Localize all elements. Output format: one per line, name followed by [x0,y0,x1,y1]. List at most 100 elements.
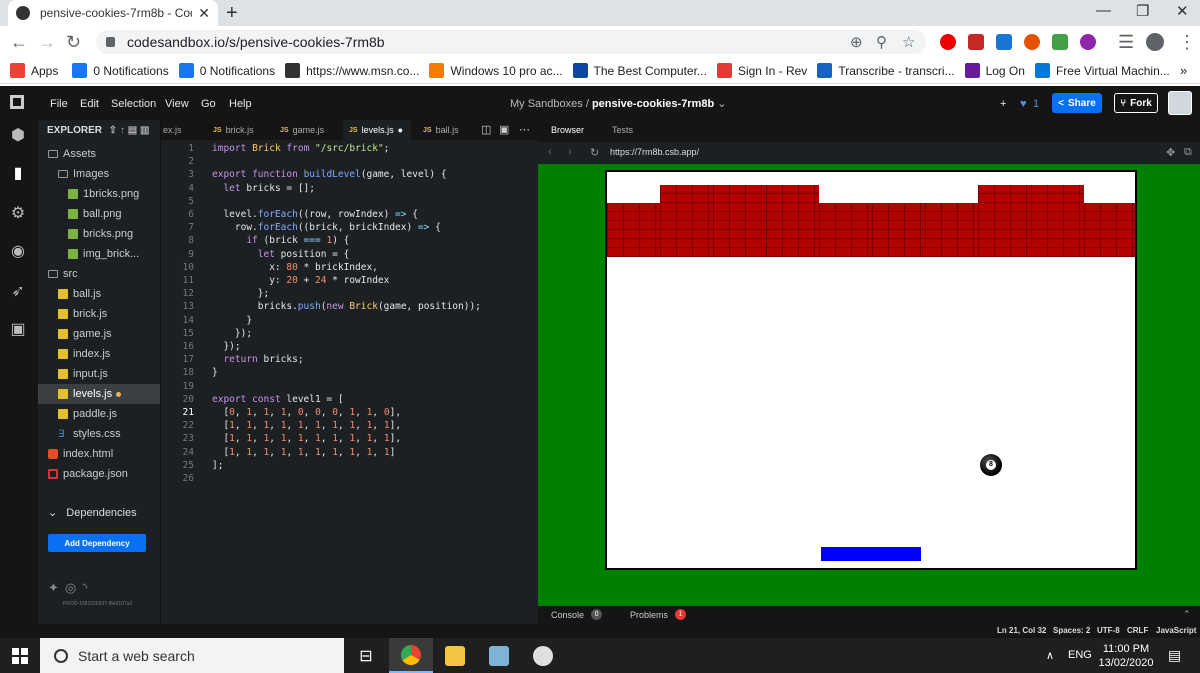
address-bar[interactable]: codesandbox.io/s/pensive-cookies-7rm8b ⊕… [96,30,926,54]
split-editor-icon[interactable]: ◫ [481,123,491,136]
add-dependency-button[interactable]: Add Dependency [48,534,146,552]
sandbox-name[interactable]: pensive-cookies-7rm8b [592,98,714,110]
heart-icon[interactable]: ♥ [1020,98,1027,110]
file-tree-item[interactable]: ball.png [38,204,160,224]
github-icon[interactable]: ◎ [65,580,82,595]
open-new-window-icon[interactable]: ⧉ [1184,146,1192,159]
code-line[interactable]: }; [212,288,269,299]
editor-tab[interactable]: JS ball.js [417,120,473,140]
bookmark-item[interactable]: Log On [964,63,1025,78]
forward-icon[interactable]: → [38,32,56,53]
code-line[interactable]: } [212,315,252,326]
profile-avatar-icon[interactable] [1146,33,1164,51]
preview-toggle-icon[interactable]: ▣ [499,123,509,136]
minimize-icon[interactable]: — [1096,2,1111,19]
tab-browser[interactable]: Browser [551,125,584,135]
file-tree-item[interactable]: input.js [38,364,160,384]
taskbar-search[interactable]: Start a web search [40,638,344,673]
preview-forward-icon[interactable]: › [568,146,572,158]
explorer-action-icons[interactable]: ⇪ ↑ ▤ ▥ [109,125,150,136]
file-explorer-taskbar-icon[interactable] [433,638,477,673]
code-line[interactable]: bricks.push(new Brick(game, position)); [212,301,481,312]
menu-file[interactable]: File [50,98,68,110]
code-line[interactable]: level.forEach((row, rowIndex) => { [212,209,418,220]
fork-button[interactable]: ⑂ Fork [1114,93,1158,113]
code-line[interactable]: [1, 1, 1, 1, 1, 1, 1, 1, 1, 1], [212,433,401,444]
editor-tab[interactable]: JS brick.js [207,120,267,140]
zoom-icon[interactable]: ⚲ [876,33,887,51]
bookmark-item[interactable]: Sign In - Rev [716,63,807,78]
menu-go[interactable]: Go [201,98,216,110]
notepad-taskbar-icon[interactable] [477,638,521,673]
line-ending[interactable]: CRLF [1127,626,1148,635]
clock[interactable]: 11:00 PM 13/02/2020 [1096,642,1156,670]
file-tree-item[interactable]: game.js [38,324,160,344]
code-line[interactable]: y: 20 + 24 * rowIndex [212,275,389,286]
github-icon[interactable]: ◉ [10,244,26,260]
file-tree-item[interactable]: index.html [38,444,160,464]
menu-selection[interactable]: Selection [111,98,156,110]
problems-tab[interactable]: Problems 1 [630,609,687,620]
code-line[interactable]: }); [212,328,252,339]
file-tree-item[interactable]: Images [38,164,160,184]
more-actions-icon[interactable]: ⋯ [519,123,530,136]
gear-icon[interactable]: ⚙ [10,206,26,222]
preview-back-icon[interactable]: ‹ [548,146,552,158]
twitter-icon[interactable]: ✦ [48,580,65,595]
file-tree-item[interactable]: levels.js [38,384,160,404]
chrome-taskbar-icon[interactable] [389,638,433,673]
bookmark-item[interactable]: 0 Notifications [178,63,275,78]
code-line[interactable]: if (brick === 1) { [212,235,349,246]
user-avatar[interactable] [1168,91,1192,115]
bookmark-item[interactable]: The Best Computer... [572,63,707,78]
browser-tab[interactable]: pensive-cookies-7rm8b - CodeSandbox ✕ [8,0,218,26]
bookmark-item[interactable]: Apps [10,63,58,78]
shield-extension-icon[interactable] [968,34,984,50]
file-tree-item[interactable]: brick.js [38,304,160,324]
close-tab-icon[interactable]: ✕ [198,5,210,22]
file-tree-item[interactable]: img_brick... [38,244,160,264]
file-tree-item[interactable]: Assets [38,144,160,164]
editor-tab[interactable]: ex.js [161,120,201,140]
file-tree-item[interactable]: ∃ styles.css [38,424,160,444]
tab-tests[interactable]: Tests [612,125,633,135]
s-extension-icon[interactable] [996,34,1012,50]
share-button[interactable]: < Share [1052,93,1102,113]
new-tab-icon[interactable]: + [226,2,238,25]
bookmark-star-icon[interactable]: ☆ [902,33,915,51]
preview-reload-icon[interactable]: ↻ [590,146,599,159]
paint-taskbar-icon[interactable] [521,638,565,673]
file-tree-item[interactable]: src [38,264,160,284]
code-line[interactable]: return bricks; [212,354,303,365]
restore-icon[interactable]: ❐ [1136,2,1149,20]
back-icon[interactable]: ← [10,32,28,53]
cube-icon[interactable]: ⬢ [10,128,26,144]
input-language[interactable]: ENG [1068,649,1092,661]
code-line[interactable]: let bricks = []; [212,183,315,194]
reload-icon[interactable]: ↻ [66,32,81,53]
breadcrumb-parent[interactable]: My Sandboxes / [510,98,589,110]
cursor-position[interactable]: Ln 21, Col 32 [997,626,1046,635]
code-line[interactable]: let position = { [212,249,350,260]
spectrum-icon[interactable]: ◝ [82,580,93,595]
colorful-extension-icon[interactable] [1080,34,1096,50]
menu-edit[interactable]: Edit [80,98,99,110]
game-canvas[interactable]: 8 [605,170,1137,570]
code-line[interactable]: ]; [212,460,223,471]
menu-help[interactable]: Help [229,98,252,110]
task-view-icon[interactable]: ⊟ [344,638,388,673]
bookmark-item[interactable]: Windows 10 pro ac... [429,63,563,78]
add-icon[interactable]: ⊕ [850,33,863,51]
reading-list-icon[interactable]: ☰ [1118,32,1134,53]
code-line[interactable]: } [212,367,218,378]
orange-extension-icon[interactable] [1024,34,1040,50]
code-line[interactable]: [0, 1, 1, 1, 0, 0, 0, 1, 1, 0], [212,407,401,418]
bookmark-item[interactable]: Transcribe - transcri... [817,63,955,78]
file-tree-item[interactable]: index.js [38,344,160,364]
code-line[interactable]: x: 80 * brickIndex, [212,262,378,273]
file-tree-item[interactable]: bricks.png [38,224,160,244]
bookmark-item[interactable]: Free Virtual Machin... [1034,63,1170,78]
notifications-icon[interactable]: ▤ [1168,647,1181,664]
chevron-up-icon[interactable]: ⌃ [1183,609,1191,620]
green-extension-icon[interactable] [1052,34,1068,50]
